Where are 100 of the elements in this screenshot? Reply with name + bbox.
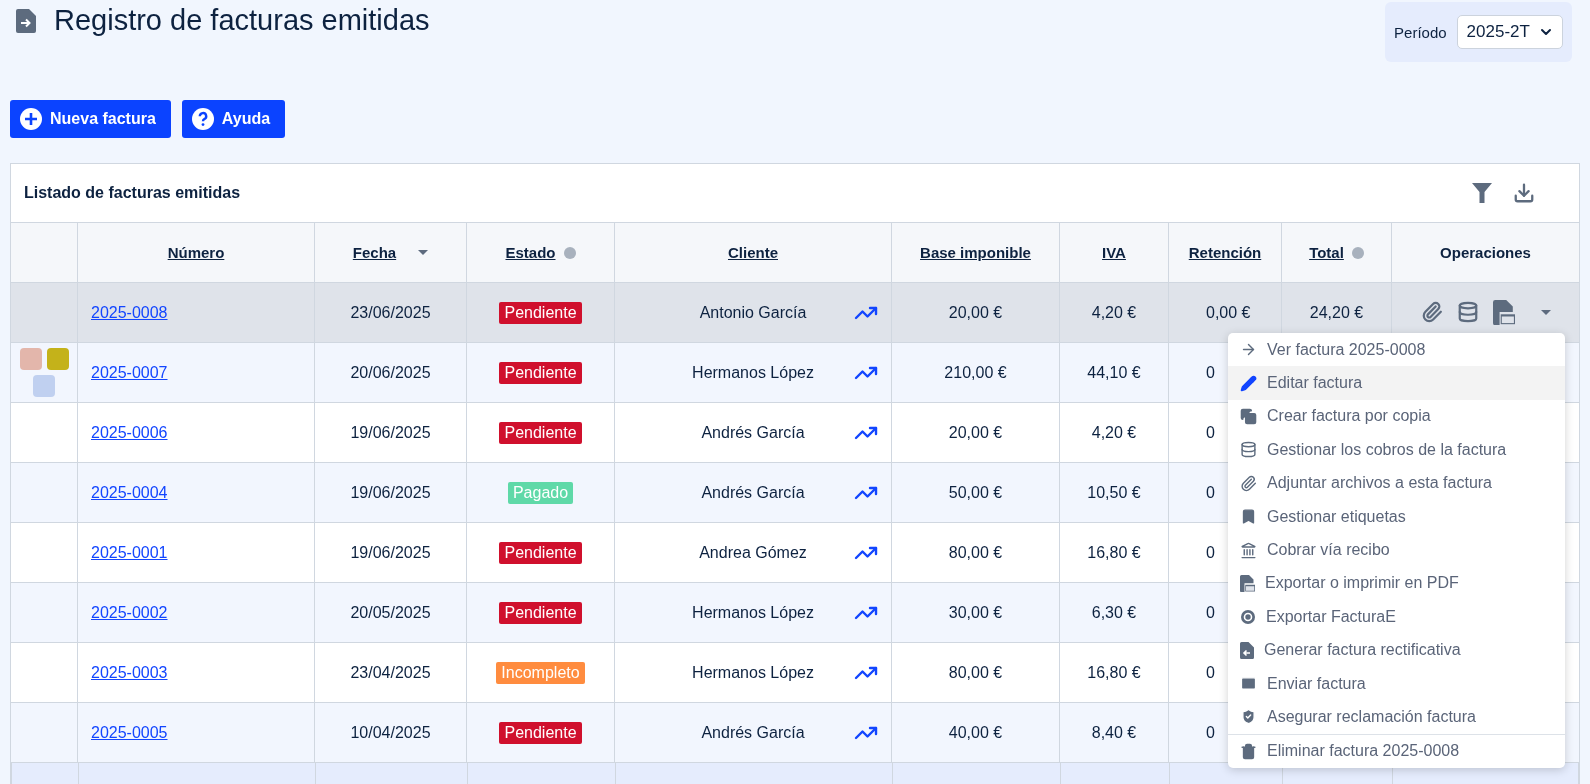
base-amount-cell: 20,00 € bbox=[948, 303, 1003, 322]
page-title: Registro de facturas emitidas bbox=[54, 4, 430, 37]
help-button[interactable]: Ayuda bbox=[181, 100, 286, 138]
column-header[interactable]: IVA bbox=[1102, 244, 1126, 261]
vat-cell: 16,80 € bbox=[1087, 543, 1141, 562]
invoice-number-link[interactable]: 2025-0001 bbox=[91, 543, 168, 562]
coins-stack-icon bbox=[1240, 441, 1257, 459]
invoice-number-link[interactable]: 2025-0007 bbox=[91, 363, 168, 382]
column-header[interactable]: Base imponible bbox=[920, 244, 1031, 261]
invoice-number-link[interactable]: 2025-0002 bbox=[91, 603, 168, 622]
base-amount-cell: 50,00 € bbox=[948, 483, 1003, 502]
menu-item[interactable]: Cobrar vía recibo bbox=[1228, 533, 1565, 567]
caret-icon[interactable] bbox=[1540, 310, 1551, 315]
tag-swatch[interactable] bbox=[46, 348, 69, 370]
period-select[interactable]: 2025-2T bbox=[1456, 15, 1563, 49]
vat-cell: 4,20 € bbox=[1091, 423, 1137, 442]
total-cell: 24,20 € bbox=[1309, 303, 1364, 322]
retention-cell: 0 bbox=[1206, 603, 1215, 622]
date-cell: 19/06/2025 bbox=[350, 423, 431, 442]
status-badge: Pagado bbox=[507, 481, 574, 504]
client-cell: Hermanos López bbox=[692, 663, 814, 682]
pdf-file-icon[interactable] bbox=[1240, 574, 1255, 593]
vat-cell: 44,10 € bbox=[1087, 363, 1141, 382]
tag-swatch[interactable] bbox=[19, 348, 42, 370]
bookmark-icon bbox=[1240, 508, 1257, 526]
invoice-number-link[interactable]: 2025-0006 bbox=[91, 423, 168, 442]
client-cell: Andrés García bbox=[701, 723, 805, 742]
column-header: Operaciones bbox=[1440, 244, 1531, 261]
retention-cell: 0 bbox=[1206, 423, 1215, 442]
invoice-number-link[interactable]: 2025-0005 bbox=[91, 723, 168, 742]
date-cell: 23/04/2025 bbox=[350, 663, 431, 682]
retention-cell: 0,00 € bbox=[1206, 303, 1251, 322]
client-cell: Antonio García bbox=[699, 303, 807, 322]
base-amount-cell: 210,00 € bbox=[944, 363, 1007, 382]
column-header[interactable]: Estado bbox=[505, 244, 556, 261]
file-arrow-icon bbox=[1240, 641, 1254, 659]
tag-swatch[interactable] bbox=[33, 375, 55, 397]
column-header[interactable]: Cliente bbox=[728, 244, 778, 261]
retention-cell: 0 bbox=[1206, 723, 1215, 742]
retention-cell: 0 bbox=[1206, 663, 1215, 682]
status-badge: Pendiente bbox=[499, 601, 582, 624]
status-badge: Pendiente bbox=[499, 361, 582, 384]
trash-icon bbox=[1240, 742, 1257, 760]
menu-item[interactable]: Enviar factura bbox=[1228, 666, 1565, 701]
date-cell: 20/06/2025 bbox=[350, 363, 431, 382]
client-cell: Andrés García bbox=[701, 483, 805, 502]
file-arrow-icon bbox=[16, 8, 36, 33]
menu-item[interactable]: Adjuntar archivos a esta factura bbox=[1228, 466, 1565, 500]
retention-cell: 0 bbox=[1206, 483, 1215, 502]
status-badge: Pendiente bbox=[499, 421, 582, 444]
base-amount-cell: 20,00 € bbox=[948, 423, 1003, 442]
column-header[interactable]: Número bbox=[167, 244, 225, 261]
shield-check-icon bbox=[1240, 708, 1257, 726]
client-cell: Andrea Gómez bbox=[699, 543, 807, 562]
menu-item[interactable]: Asegurar reclamación factura bbox=[1228, 700, 1565, 734]
pencil-icon bbox=[1240, 374, 1257, 392]
date-cell: 19/06/2025 bbox=[350, 543, 431, 562]
base-amount-cell: 80,00 € bbox=[948, 543, 1003, 562]
vat-cell: 8,40 € bbox=[1091, 723, 1137, 742]
status-badge: Pendiente bbox=[499, 301, 582, 324]
menu-item[interactable]: Exportar FacturaE bbox=[1228, 600, 1565, 634]
download-icon[interactable] bbox=[1513, 182, 1535, 204]
paperclip-icon[interactable] bbox=[1420, 301, 1443, 324]
pdf-file-icon[interactable] bbox=[1492, 299, 1515, 326]
date-cell: 10/04/2025 bbox=[350, 723, 431, 742]
client-cell: Hermanos López bbox=[692, 603, 814, 622]
vat-cell: 16,80 € bbox=[1087, 663, 1141, 682]
date-cell: 19/06/2025 bbox=[350, 483, 431, 502]
column-header[interactable]: Fecha bbox=[352, 244, 397, 261]
column-header[interactable]: Retención bbox=[1188, 244, 1262, 261]
filter-icon[interactable] bbox=[1471, 182, 1493, 204]
status-badge: Incompleto bbox=[496, 661, 585, 684]
sort-caret-icon[interactable] bbox=[418, 250, 429, 255]
paperclip-icon bbox=[1240, 474, 1257, 492]
copy-icon bbox=[1240, 407, 1257, 425]
question-circle-icon bbox=[191, 108, 214, 130]
client-cell: Hermanos López bbox=[692, 363, 814, 382]
invoice-row[interactable]: 2025-0008 23/06/2025 Pendiente Antonio García 20,00 € 4,20 € 0,00 € 24,20 € bbox=[11, 283, 1579, 343]
invoice-number-link[interactable]: 2025-0004 bbox=[91, 483, 168, 502]
status-badge: Pendiente bbox=[499, 541, 582, 564]
card-title: Listado de facturas emitidas bbox=[24, 184, 241, 202]
base-amount-cell: 40,00 € bbox=[948, 723, 1003, 742]
vat-cell: 10,50 € bbox=[1087, 483, 1141, 502]
status-badge: Pendiente bbox=[499, 721, 582, 744]
invoice-number-link[interactable]: 2025-0003 bbox=[91, 663, 168, 682]
base-amount-cell: 80,00 € bbox=[948, 663, 1003, 682]
period-label: Período bbox=[1394, 23, 1447, 41]
menu-item[interactable]: Editar factura bbox=[1228, 366, 1565, 400]
column-header[interactable]: Total bbox=[1309, 244, 1344, 261]
vat-cell: 4,20 € bbox=[1091, 303, 1137, 322]
coins-stack-icon[interactable] bbox=[1456, 301, 1479, 324]
base-amount-cell: 30,00 € bbox=[948, 603, 1003, 622]
retention-cell: 0 bbox=[1206, 363, 1215, 382]
plus-circle-icon bbox=[20, 108, 42, 130]
vat-cell: 6,30 € bbox=[1091, 603, 1137, 622]
bank-icon bbox=[1240, 541, 1257, 559]
client-cell: Andrés García bbox=[701, 423, 805, 442]
date-cell: 23/06/2025 bbox=[350, 303, 431, 322]
new-invoice-button[interactable]: Nueva factura bbox=[10, 100, 171, 138]
invoice-number-link[interactable]: 2025-0008 bbox=[91, 303, 168, 322]
